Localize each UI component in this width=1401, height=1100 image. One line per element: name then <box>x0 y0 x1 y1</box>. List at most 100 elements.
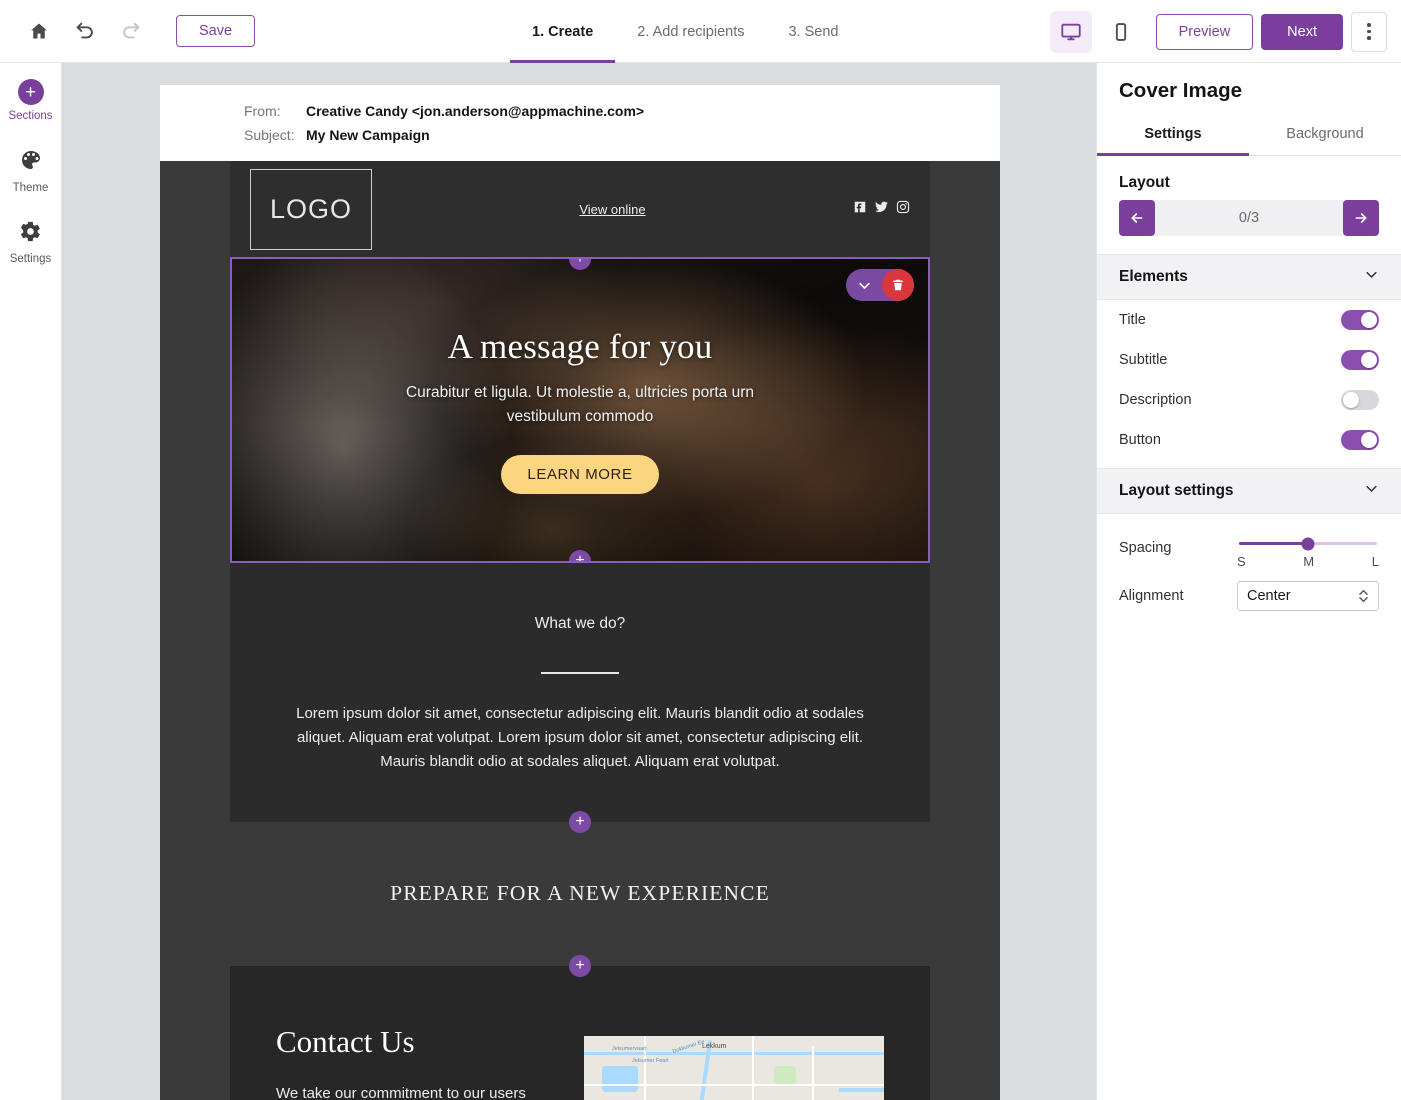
toggle-description[interactable] <box>1341 390 1379 410</box>
elements-group-header[interactable]: Elements <box>1097 254 1401 300</box>
chevron-down-icon[interactable] <box>846 269 882 301</box>
mail-subject-label: Subject: <box>244 127 295 143</box>
element-label: Title <box>1119 312 1146 328</box>
wizard-steps: 1. Create 2. Add recipients 3. Send <box>510 0 860 63</box>
element-row-description: Description <box>1097 380 1401 420</box>
slider-tick-m: M <box>1303 554 1315 569</box>
properties-panel: Cover Image Settings Background Layout 0… <box>1096 63 1401 1100</box>
layout-count: 0/3 <box>1238 210 1260 226</box>
mail-from-row: From: Creative Candy <jon.anderson@appma… <box>244 101 916 121</box>
left-rail: + Sections Theme Settings <box>0 63 62 1100</box>
delete-section-icon[interactable] <box>882 269 914 301</box>
sidebar-item-theme[interactable]: Theme <box>0 148 62 194</box>
logo-placeholder[interactable]: LOGO <box>250 168 372 250</box>
contact-map[interactable]: Jelsumervaart Jelsumer Feart Dokkumer Ee… <box>584 1035 884 1100</box>
banner-title[interactable]: PREPARE FOR A NEW EXPERIENCE <box>390 881 770 906</box>
contact-body[interactable]: We take our commitment to our users seri… <box>276 1082 554 1100</box>
mail-subject-value: My New Campaign <box>306 127 430 143</box>
preview-button[interactable]: Preview <box>1155 13 1254 50</box>
kebab-menu-icon[interactable] <box>1351 11 1387 52</box>
alignment-select[interactable]: Center <box>1237 581 1379 611</box>
alignment-label: Alignment <box>1119 588 1184 604</box>
toggle-title[interactable] <box>1341 310 1379 330</box>
what-we-do-section[interactable]: What we do? Lorem ipsum dolor sit amet, … <box>230 563 930 833</box>
contact-title[interactable]: Contact Us <box>276 1024 554 1060</box>
element-row-button: Button <box>1097 420 1401 460</box>
layout-settings-label: Layout settings <box>1119 482 1234 499</box>
spacing-label: Spacing <box>1119 540 1172 556</box>
toggle-subtitle[interactable] <box>1341 350 1379 370</box>
save-button[interactable]: Save <box>176 15 256 47</box>
undo-icon[interactable] <box>62 8 108 54</box>
slider-fill <box>1239 542 1308 545</box>
contact-section[interactable]: Contact Us We take our commitment to our… <box>230 965 930 1100</box>
mail-header: From: Creative Candy <jon.anderson@appma… <box>160 85 1000 161</box>
email-template: LOGO View online + A message for you Cur… <box>160 161 1000 1100</box>
add-section-button[interactable]: + <box>569 810 591 833</box>
element-row-title: Title <box>1097 300 1401 340</box>
step-create[interactable]: 1. Create <box>510 0 616 63</box>
email-canvas[interactable]: From: Creative Candy <jon.anderson@appma… <box>62 63 1096 1100</box>
mail-subject-row: Subject: My New Campaign <box>244 125 916 145</box>
what-we-do-title[interactable]: What we do? <box>280 615 880 633</box>
next-button[interactable]: Next <box>1261 13 1343 50</box>
twitter-icon[interactable] <box>874 200 889 219</box>
slider-tick-labels: S M L <box>1237 554 1379 569</box>
sidebar-item-sections[interactable]: + Sections <box>0 79 62 122</box>
slider-thumb[interactable] <box>1301 537 1315 550</box>
desktop-view-icon[interactable] <box>1049 10 1092 53</box>
map-label: Jelsumervaart <box>612 1045 647 1052</box>
section-selection-controls <box>846 269 914 301</box>
home-icon[interactable] <box>16 8 62 54</box>
facebook-icon[interactable] <box>853 200 867 219</box>
arrow-left-icon[interactable] <box>1119 200 1155 236</box>
gear-icon <box>19 220 42 248</box>
hero-title[interactable]: A message for you <box>448 327 713 367</box>
mail-from-value: Creative Candy <jon.anderson@appmachine.… <box>306 103 645 119</box>
slider-tick-s: S <box>1237 554 1246 569</box>
redo-icon[interactable] <box>108 8 154 54</box>
sidebar-item-settings[interactable]: Settings <box>0 220 62 265</box>
layout-stepper: 0/3 <box>1119 200 1379 236</box>
spacing-slider[interactable]: S M L <box>1237 526 1379 569</box>
element-label: Description <box>1119 392 1192 408</box>
tab-background[interactable]: Background <box>1249 115 1401 155</box>
elements-label: Elements <box>1119 268 1188 285</box>
view-online-link[interactable]: View online <box>579 202 645 217</box>
instagram-icon[interactable] <box>896 200 910 219</box>
divider <box>541 672 619 674</box>
toggle-button[interactable] <box>1341 430 1379 450</box>
slider-track[interactable] <box>1239 537 1377 550</box>
spinner-icon <box>1358 588 1369 604</box>
step-add-recipients[interactable]: 2. Add recipients <box>615 0 766 63</box>
slider-tick-l: L <box>1371 554 1379 569</box>
element-label: Button <box>1119 432 1161 448</box>
chevron-down-icon <box>1364 267 1379 287</box>
plus-circle-icon: + <box>17 79 44 105</box>
sidebar-item-label: Settings <box>9 253 52 265</box>
hero-cta-button[interactable]: LEARN MORE <box>501 454 659 494</box>
banner-section[interactable]: PREPARE FOR A NEW EXPERIENCE + <box>230 821 930 977</box>
cover-image-section[interactable]: + A message for you Curabitur et ligula.… <box>230 257 930 563</box>
arrow-right-icon[interactable] <box>1342 200 1379 236</box>
mobile-view-icon[interactable] <box>1100 11 1142 53</box>
layout-label: Layout <box>1119 174 1170 191</box>
step-send[interactable]: 3. Send <box>766 0 860 63</box>
map-label: Lekkum <box>702 1042 727 1050</box>
palette-icon <box>19 148 43 177</box>
what-we-do-body[interactable]: Lorem ipsum dolor sit amet, consectetur … <box>290 702 870 774</box>
template-header-section[interactable]: LOGO View online <box>230 161 930 257</box>
chevron-down-icon <box>1364 481 1379 501</box>
map-label: Jelsumer Feart <box>632 1057 669 1064</box>
tab-settings[interactable]: Settings <box>1097 115 1249 156</box>
panel-tab-bar: Settings Background <box>1097 115 1401 156</box>
layout-settings-group-header[interactable]: Layout settings <box>1097 468 1401 514</box>
hero-content: A message for you Curabitur et ligula. U… <box>232 259 928 561</box>
email-preview: From: Creative Candy <jon.anderson@appma… <box>160 85 1000 1100</box>
add-section-button[interactable]: + <box>569 954 591 977</box>
mail-from-label: From: <box>244 103 281 119</box>
element-row-subtitle: Subtitle <box>1097 340 1401 380</box>
alignment-value: Center <box>1247 588 1291 604</box>
hero-subtitle[interactable]: Curabitur et ligula. Ut molestie a, ultr… <box>405 381 755 429</box>
contact-text-column: Contact Us We take our commitment to our… <box>276 1024 554 1100</box>
